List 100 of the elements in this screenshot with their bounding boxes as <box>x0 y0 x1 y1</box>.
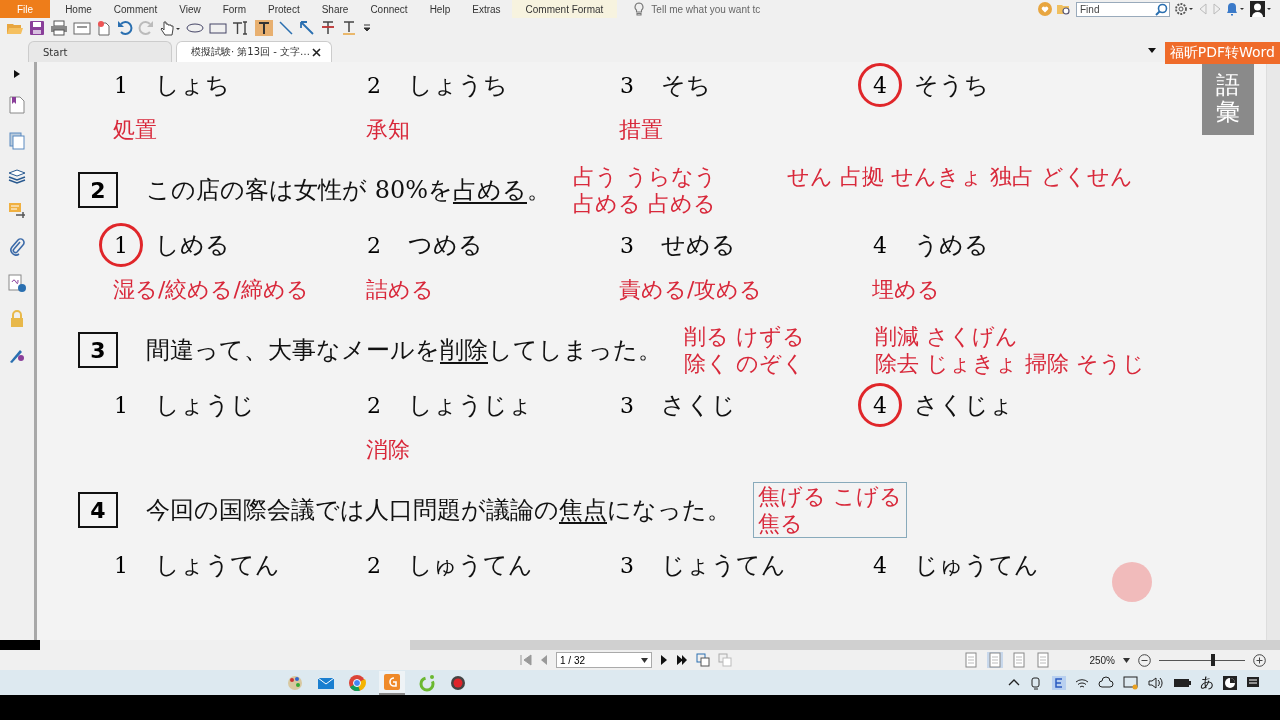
option-number: 3 <box>619 231 635 260</box>
menu-tab[interactable]: Connect <box>359 0 419 18</box>
first-page-icon[interactable] <box>520 654 532 666</box>
speaker-icon[interactable] <box>1148 675 1164 690</box>
notification-icon[interactable] <box>1246 675 1262 690</box>
option-reading: しょち <box>155 70 230 101</box>
browser-icon[interactable] <box>348 673 366 692</box>
option-reading: さくじ <box>661 390 736 421</box>
question-number: 2 <box>78 172 118 208</box>
option-reading: そち <box>661 70 711 101</box>
option-reading: しょうてん <box>155 550 280 581</box>
comments-icon[interactable] <box>8 202 26 220</box>
handwritten-note: せん 占拠 せんきょ 独占 どくせん <box>787 163 1133 190</box>
undo-icon[interactable] <box>117 20 133 36</box>
record-icon[interactable] <box>449 673 467 692</box>
signature-icon[interactable] <box>8 274 26 292</box>
option-reading: しょうじ <box>155 390 255 421</box>
previous-page-icon[interactable] <box>540 654 548 666</box>
menu-tab[interactable]: Comment Format <box>511 0 618 18</box>
option-number: 3 <box>619 71 635 100</box>
option-number: 4 <box>858 63 902 107</box>
paperclip-icon[interactable] <box>9 238 25 256</box>
taskbar-app[interactable] <box>379 670 405 695</box>
zoom-in-icon[interactable] <box>1253 653 1266 667</box>
underline-tool-icon[interactable] <box>341 20 357 36</box>
e-app-icon[interactable] <box>1052 675 1066 690</box>
zoom-out-icon[interactable] <box>1138 653 1151 667</box>
lightbulb-icon <box>633 2 646 16</box>
option-reading: しょうち <box>408 70 508 101</box>
clock-icon[interactable] <box>1223 675 1237 690</box>
cloud-sync-icon[interactable] <box>1098 675 1114 690</box>
handwritten-note: 消除 <box>366 436 410 464</box>
find-field[interactable]: Find <box>1076 1 1170 17</box>
typewriter-tool-icon[interactable] <box>255 20 273 36</box>
bell-icon[interactable] <box>1226 2 1246 16</box>
print-icon[interactable] <box>50 20 68 36</box>
bookmark-icon[interactable] <box>9 96 25 114</box>
line-tool-icon[interactable] <box>278 20 294 36</box>
pages-icon[interactable] <box>9 132 25 150</box>
menu-tab[interactable]: Share <box>310 0 360 18</box>
text-box-tool-icon[interactable] <box>232 20 250 36</box>
menu-tab[interactable]: Help <box>418 0 462 18</box>
new-document-icon[interactable] <box>96 20 112 36</box>
paint-palette-icon[interactable] <box>286 673 304 692</box>
option-number: 4 <box>858 383 902 427</box>
question-sentence: 間違って、大事なメールを削除 してしまった。 <box>146 335 662 366</box>
menu-tab[interactable]: Comment <box>102 0 169 18</box>
option-number: 2 <box>366 391 382 420</box>
document-tab[interactable]: Start <box>28 41 172 62</box>
option-number: 1 <box>113 551 129 580</box>
monitor-icon[interactable] <box>1123 675 1139 690</box>
zoom-level[interactable]: 250% <box>1089 654 1115 666</box>
handwritten-note: 埋める <box>872 276 940 304</box>
option-number: 2 <box>366 551 382 580</box>
user-icon[interactable] <box>1250 1 1272 17</box>
menu-tab[interactable]: Protect <box>257 0 311 18</box>
menu-tab[interactable]: View <box>168 0 212 18</box>
close-icon[interactable] <box>312 47 321 57</box>
option-number: 1 <box>113 71 129 100</box>
option-number: 3 <box>619 551 635 580</box>
option-reading: さくじょ <box>914 390 1014 421</box>
zoom-slider-thumb[interactable] <box>1210 654 1215 666</box>
save-icon[interactable] <box>29 20 45 36</box>
layers-icon[interactable] <box>8 168 26 184</box>
menu-tab[interactable]: Home <box>54 0 103 18</box>
tell-me-field[interactable]: Tell me what you want tc <box>649 2 784 16</box>
previous-view-icon[interactable] <box>696 653 710 667</box>
document-tab[interactable]: 模擬試験· 第13回 - 文字… <box>176 41 332 62</box>
handwritten-note: 占める 占める <box>573 190 717 217</box>
horizontal-scrollbar[interactable] <box>40 640 1280 650</box>
option-reading: しょうじょ <box>408 390 533 421</box>
handwritten-note: 焦る <box>758 510 804 537</box>
page-number-field[interactable]: 1 / 32 <box>556 652 652 668</box>
settings-icon[interactable] <box>1174 2 1194 16</box>
menu-tab[interactable]: Extras <box>461 0 512 18</box>
folder-search-icon[interactable] <box>1056 2 1072 16</box>
dropdown-caret-icon[interactable] <box>1146 46 1157 54</box>
arrow-tool-icon[interactable] <box>299 20 315 36</box>
option-number: 1 <box>113 391 129 420</box>
option-reading: つめる <box>408 230 483 261</box>
last-page-icon[interactable] <box>676 654 688 666</box>
option-reading: うめる <box>914 230 989 261</box>
scan-icon[interactable] <box>73 20 91 36</box>
pdf-reader-icon <box>383 672 401 691</box>
dropdown-caret-icon[interactable] <box>1123 657 1130 663</box>
next-page-icon[interactable] <box>660 654 668 666</box>
question-sentence: 今回の国際会議では人口問題が議論の焦点になった。 <box>146 495 731 526</box>
zoom-slider[interactable] <box>1159 654 1245 666</box>
search-icon <box>1155 2 1168 16</box>
option-number: 2 <box>366 71 382 100</box>
option-reading: じょうてん <box>661 550 786 581</box>
hand-tool-icon[interactable] <box>159 20 181 36</box>
vertical-scrollbar[interactable] <box>1266 62 1280 640</box>
camera-icon[interactable] <box>1029 675 1043 690</box>
ellipse-tool-icon[interactable] <box>186 20 204 36</box>
expand-arrow-icon[interactable] <box>14 70 20 78</box>
strikeout-tool-icon[interactable] <box>320 20 336 36</box>
menu-tab[interactable]: Form <box>211 0 257 18</box>
dropdown-caret-icon[interactable] <box>641 657 648 663</box>
input-method-indicator[interactable]: あ <box>1200 673 1214 692</box>
